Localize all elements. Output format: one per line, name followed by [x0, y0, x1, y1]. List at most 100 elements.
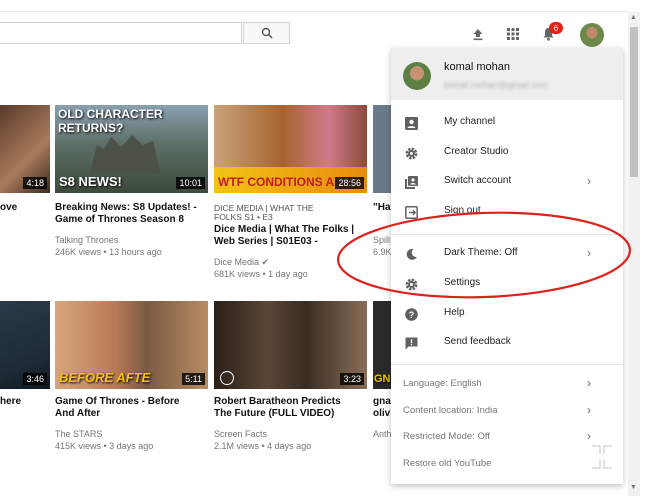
- help-icon: ?: [404, 307, 418, 321]
- menu-divider: [391, 364, 623, 365]
- search-input[interactable]: [0, 22, 242, 44]
- video-title[interactable]: here: [0, 396, 48, 408]
- video-title-line-1[interactable]: Game Of Thrones - Before: [55, 396, 179, 408]
- video-thumbnail[interactable]: OLD CHARACTER RETURNS? S8 NEWS! 10:01: [55, 105, 208, 193]
- video-title-line-1[interactable]: Breaking News: S8 Updates! -: [55, 202, 197, 214]
- video-thumbnail[interactable]: WTF CONDITIONS A 28:56: [214, 105, 367, 193]
- channel-name[interactable]: The STARS: [55, 428, 102, 440]
- menu-item-dark-theme[interactable]: Dark Theme: Off ›: [391, 240, 623, 268]
- menu-item-restricted-mode[interactable]: Restricted Mode: Off ›: [391, 424, 623, 450]
- menu-item-send-feedback[interactable]: Send feedback: [391, 329, 623, 357]
- scroll-down-arrow-icon[interactable]: ▼: [630, 484, 637, 491]
- upload-icon: [473, 28, 483, 40]
- menu-item-label: Help: [444, 307, 465, 318]
- account-avatar-button[interactable]: [580, 23, 604, 47]
- avatar: [403, 62, 431, 90]
- video-title-line-1[interactable]: gna: [373, 396, 391, 408]
- channel-name[interactable]: Anth: [373, 428, 391, 440]
- user-email: komal.mohan@gmail.com: [444, 80, 549, 90]
- user-name: komal mohan: [444, 61, 511, 73]
- video-stats: 2.1M views • 4 days ago: [214, 441, 312, 451]
- video-title-line-2[interactable]: Web Series | S01E03 -: [214, 236, 318, 248]
- video-duration: 10:01: [176, 177, 205, 189]
- channel-name[interactable]: Dice Media ✔: [214, 256, 269, 268]
- thumbnail-caption: BEFORE AFTE: [59, 370, 151, 385]
- menu-item-language[interactable]: Language: English ›: [391, 371, 623, 397]
- video-thumbnail[interactable]: GNA: [373, 301, 391, 389]
- apps-button[interactable]: [505, 26, 521, 42]
- menu-item-label: Restore old YouTube: [403, 458, 492, 469]
- channel-name[interactable]: Spill: [373, 234, 391, 246]
- menu-item-restore-old-youtube[interactable]: Restore old YouTube: [391, 451, 623, 477]
- video-title-line-1[interactable]: Robert Baratheon Predicts: [214, 396, 341, 408]
- menu-item-creator-studio[interactable]: Creator Studio: [391, 139, 623, 167]
- upload-button[interactable]: [470, 26, 486, 42]
- video-stats: 681K views • 1 day ago: [214, 269, 308, 279]
- channel-logo-icon: [220, 371, 234, 385]
- menu-item-label: Switch account: [444, 175, 512, 186]
- video-stats: 415K views • 3 days ago: [55, 441, 154, 451]
- menu-item-label: Send feedback: [444, 336, 511, 347]
- video-thumbnail[interactable]: 4:18: [0, 105, 50, 193]
- thumbnail-caption: GNA: [374, 373, 391, 385]
- search-icon: [261, 27, 273, 39]
- video-thumbnail[interactable]: BEFORE AFTE 5:11: [55, 301, 208, 389]
- menu-item-label: Language: English: [403, 378, 482, 389]
- video-title-line-2[interactable]: Game of Thrones Season 8: [55, 214, 184, 226]
- video-duration: 3:23: [340, 373, 364, 385]
- switch-account-icon: [404, 175, 418, 189]
- video-title-line-1[interactable]: Dice Media | What The Folks |: [214, 224, 354, 236]
- moon-icon: [404, 247, 418, 261]
- video-duration: 5:11: [182, 373, 205, 385]
- feedback-icon: [404, 336, 418, 350]
- video-title-line-2[interactable]: And After: [55, 408, 100, 420]
- notification-badge: 6: [549, 22, 563, 34]
- account-menu: komal mohan komal.mohan@gmail.com My cha…: [391, 48, 623, 484]
- menu-item-label: Dark Theme: Off: [444, 247, 518, 258]
- video-duration: 28:56: [335, 177, 364, 189]
- video-duration: 4:18: [23, 177, 47, 189]
- menu-item-sign-out[interactable]: Sign out: [391, 198, 623, 226]
- episode-label: FOLKS S1 • E3: [214, 212, 273, 222]
- menu-item-settings[interactable]: Settings: [391, 270, 623, 298]
- menu-item-content-location[interactable]: Content location: India ›: [391, 398, 623, 424]
- person-icon: [404, 116, 418, 130]
- chevron-right-icon: ›: [587, 174, 591, 188]
- youtube-page: 6 4:18 OLD CHARACTER RETURNS? S8 NEWS! 1…: [0, 0, 648, 496]
- video-stats: 6.9K: [373, 247, 391, 257]
- menu-item-help[interactable]: ? Help: [391, 300, 623, 328]
- video-title[interactable]: ove: [0, 202, 48, 214]
- menu-item-label: My channel: [444, 116, 496, 127]
- apps-icon: [507, 28, 519, 40]
- scrollbar-thumb[interactable]: [630, 27, 638, 177]
- chevron-right-icon: ›: [587, 376, 591, 390]
- search-button[interactable]: [243, 22, 290, 44]
- video-title-line-2[interactable]: The Future (FULL VIDEO): [214, 408, 334, 420]
- menu-item-label: Settings: [444, 277, 481, 288]
- channel-name[interactable]: Screen Facts: [214, 428, 267, 440]
- account-menu-header: komal mohan komal.mohan@gmail.com: [391, 48, 623, 100]
- thumbnail-caption: WTF CONDITIONS A: [218, 175, 335, 189]
- menu-item-switch-account[interactable]: Switch account ›: [391, 168, 623, 196]
- video-duration: 3:46: [23, 373, 47, 385]
- channel-name[interactable]: Talking Thrones: [55, 234, 118, 246]
- video-stats: 246K views • 13 hours ago: [55, 247, 162, 257]
- chevron-right-icon: ›: [587, 246, 591, 260]
- svg-text:?: ?: [408, 310, 414, 320]
- scroll-up-arrow-icon[interactable]: ▲: [630, 14, 637, 21]
- sign-out-icon: [404, 205, 418, 219]
- menu-item-my-channel[interactable]: My channel: [391, 109, 623, 137]
- menu-item-label: Restricted Mode: Off: [403, 431, 490, 442]
- video-title-line-2[interactable]: olivi: [373, 408, 391, 420]
- video-thumbnail[interactable]: 3:46: [0, 301, 50, 389]
- video-thumbnail[interactable]: [373, 105, 391, 193]
- menu-item-label: Content location: India: [403, 405, 498, 416]
- menu-item-label: Creator Studio: [444, 146, 509, 157]
- video-thumbnail[interactable]: 3:23: [214, 301, 367, 389]
- gear-icon: [404, 277, 418, 291]
- chevron-right-icon: ›: [587, 403, 591, 417]
- video-title[interactable]: "Hav: [373, 202, 391, 214]
- thumbnail-top-caption: OLD CHARACTER RETURNS?: [58, 107, 163, 135]
- thumbnail-caption: S8 NEWS!: [59, 174, 122, 189]
- chevron-right-icon: ›: [587, 429, 591, 443]
